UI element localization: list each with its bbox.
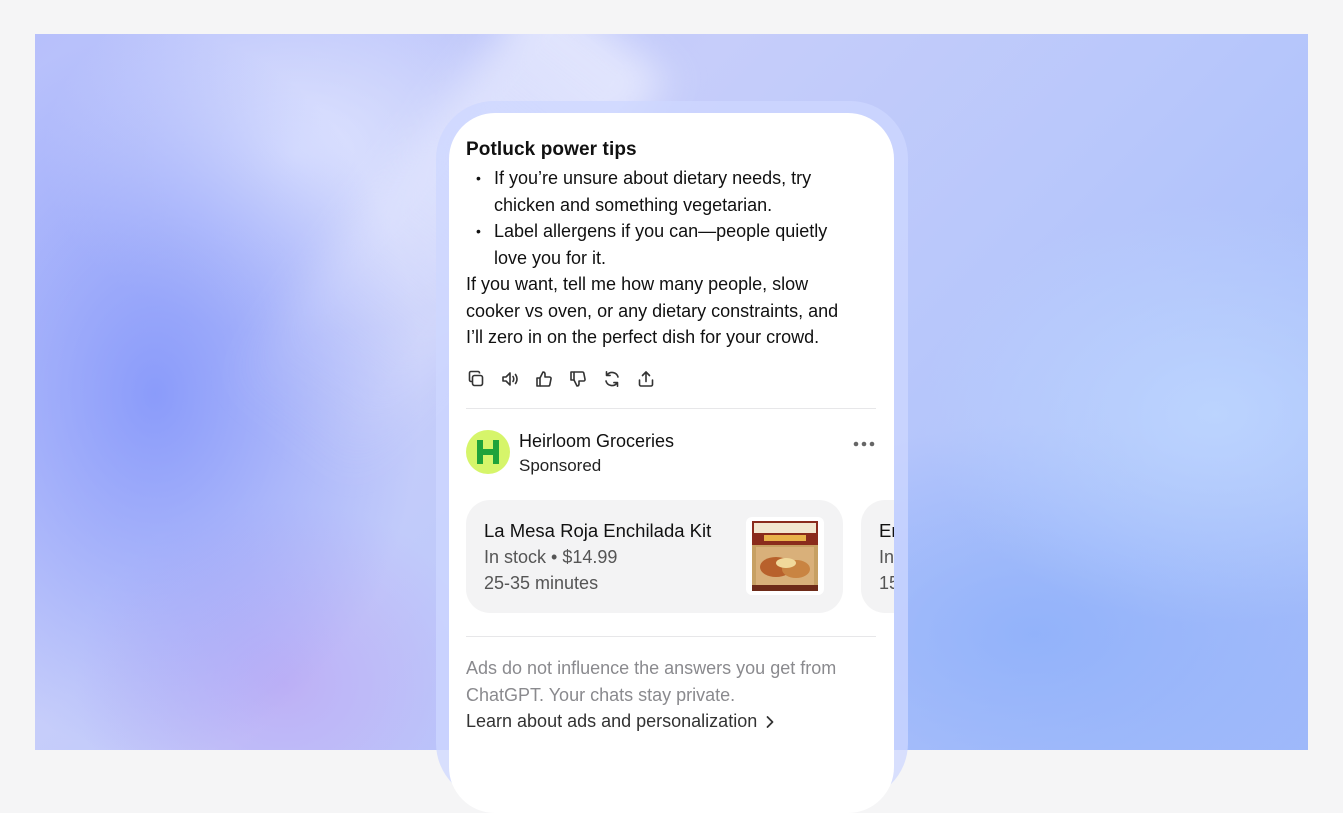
list-item: • Label allergens if you can—people quie… — [466, 218, 878, 271]
phone-screen: Potluck power tips • If you’re unsure ab… — [449, 113, 894, 813]
sponsored-label: Sponsored — [519, 456, 602, 475]
copy-icon[interactable] — [466, 369, 486, 389]
h-logo-icon — [477, 440, 499, 464]
divider — [466, 636, 876, 637]
product-stock-price: In — [879, 547, 894, 567]
share-icon[interactable] — [636, 369, 656, 389]
product-title: La Mesa Roja Enchilada Kit — [484, 520, 712, 541]
learn-about-ads-label: Learn about ads and personalization — [466, 711, 758, 731]
ads-disclaimer: Ads do not influence the answers you get… — [466, 655, 866, 709]
message-heading: Potluck power tips — [466, 139, 637, 160]
list-item: • If you’re unsure about dietary needs, … — [466, 165, 878, 218]
list-item-line: chicken and something vegetarian. — [494, 194, 773, 215]
tips-list: • If you’re unsure about dietary needs, … — [466, 165, 878, 271]
learn-about-ads-link[interactable]: Learn about ads and personalization — [466, 711, 775, 732]
product-delivery-time: 25-35 minutes — [484, 573, 599, 593]
product-card[interactable]: En In 15 — [861, 500, 894, 613]
disclaimer-line: ChatGPT. Your chats stay private. — [466, 685, 736, 705]
list-item-line: Label allergens if you can—people quietl… — [494, 221, 828, 241]
product-stock-price: In stock • $14.99 — [484, 547, 618, 567]
list-item-line: love you for it. — [494, 247, 607, 268]
bullet-dot: • — [476, 223, 481, 239]
divider — [466, 408, 876, 409]
read-aloud-icon[interactable] — [500, 369, 520, 389]
disclaimer-line: Ads do not influence the answers you get… — [466, 658, 837, 678]
chevron-right-icon — [766, 715, 774, 728]
message-actions — [466, 369, 656, 391]
product-card[interactable]: La Mesa Roja Enchilada Kit In stock • $1… — [466, 500, 843, 613]
bullet-dot: • — [476, 170, 481, 186]
product-delivery-time: 15 — [879, 573, 894, 593]
product-title: En — [879, 520, 894, 541]
advertiser-name[interactable]: Heirloom Groceries — [519, 431, 674, 452]
brand-logo[interactable] — [466, 430, 510, 474]
regenerate-icon[interactable] — [602, 369, 622, 389]
list-item-line: If you’re unsure about dietary needs, tr… — [494, 168, 812, 188]
product-image — [746, 517, 824, 595]
thumbs-down-icon[interactable] — [568, 369, 588, 389]
more-options-icon[interactable] — [852, 440, 876, 448]
ad-header: Heirloom Groceries Sponsored — [466, 430, 878, 480]
thumbs-up-icon[interactable] — [534, 369, 554, 389]
message-paragraph: If you want, tell me how many people, sl… — [466, 274, 839, 347]
